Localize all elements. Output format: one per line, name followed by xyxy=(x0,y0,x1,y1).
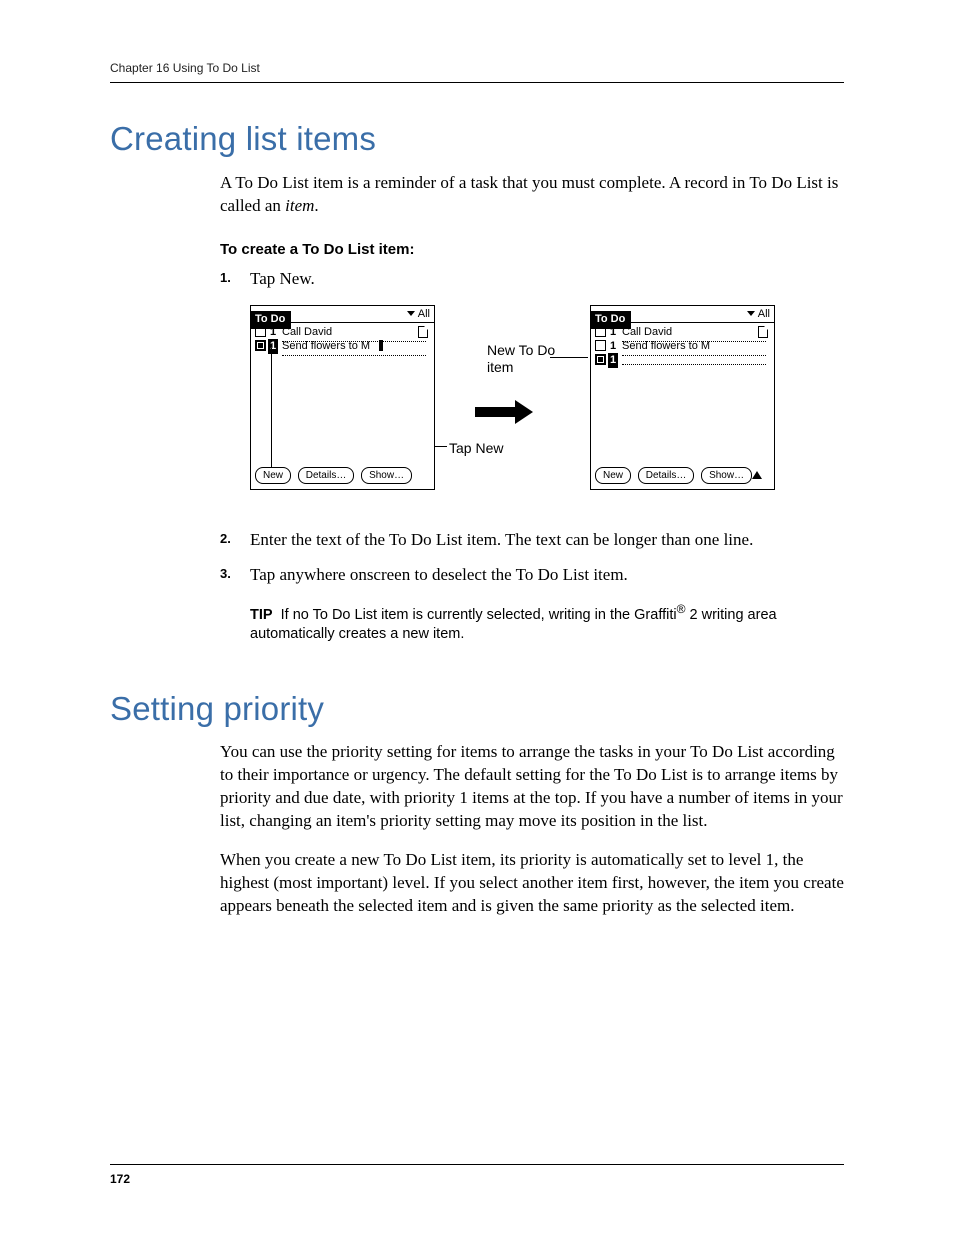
step-text: Tap anywhere onscreen to deselect the To… xyxy=(250,565,628,584)
step-text: Enter the text of the To Do List item. T… xyxy=(250,530,753,549)
todo-row[interactable]: 1 Call David xyxy=(595,325,770,339)
dropdown-label: All xyxy=(418,308,430,320)
step-2: 2. Enter the text of the To Do List item… xyxy=(220,529,844,552)
button-row: New Details… Show… xyxy=(595,462,770,485)
checkbox-icon[interactable] xyxy=(595,354,606,365)
arrow-icon xyxy=(475,400,533,424)
step-number: 2. xyxy=(220,530,231,548)
title-bar: To Do All xyxy=(251,306,434,322)
procedure-subhead: To create a To Do List item: xyxy=(220,240,844,260)
paragraph: You can use the priority setting for ite… xyxy=(220,741,844,833)
priority-number[interactable]: 1 xyxy=(610,339,616,354)
checkbox-icon[interactable] xyxy=(595,340,606,351)
category-dropdown[interactable]: All xyxy=(747,307,770,322)
note-icon[interactable] xyxy=(758,326,768,338)
step-text: Tap New. xyxy=(250,269,315,288)
callout-line xyxy=(435,446,447,447)
priority-number[interactable]: 1 xyxy=(268,339,278,354)
scroll-up-icon[interactable] xyxy=(752,471,762,479)
details-button[interactable]: Details… xyxy=(298,467,355,485)
priority-number[interactable]: 1 xyxy=(610,325,616,340)
callout-new-item: New To Do item xyxy=(487,342,577,376)
todo-row[interactable]: 1 Call David xyxy=(255,325,430,339)
step-number: 1. xyxy=(220,269,231,287)
new-button[interactable]: New xyxy=(255,467,291,485)
heading-setting-priority: Setting priority xyxy=(110,687,844,732)
screenshot-right: To Do All 1 Call David xyxy=(590,305,775,490)
todo-text-empty[interactable] xyxy=(622,364,766,365)
paragraph: When you create a new To Do List item, i… xyxy=(220,849,844,918)
step-1: 1. Tap New. To Do All xyxy=(220,268,844,505)
category-dropdown[interactable]: All xyxy=(407,307,430,322)
todo-row[interactable]: 1 Send flowers to M xyxy=(255,339,430,353)
dropdown-triangle-icon xyxy=(407,311,415,316)
show-button[interactable]: Show… xyxy=(361,467,412,485)
heading-creating-list-items: Creating list items xyxy=(110,117,844,162)
checkbox-icon[interactable] xyxy=(255,326,266,337)
page-footer: 172 xyxy=(110,1164,844,1187)
figure: To Do All 1 Call David xyxy=(250,305,844,505)
dropdown-triangle-icon xyxy=(747,311,755,316)
steps-list: 1. Tap New. To Do All xyxy=(220,268,844,587)
screenshot-left: To Do All 1 Call David xyxy=(250,305,435,490)
checkbox-icon[interactable] xyxy=(255,340,266,351)
tip-paragraph: TIP If no To Do List item is currently s… xyxy=(250,601,844,645)
callout-tap-new: Tap New xyxy=(449,440,503,457)
title-bar: To Do All xyxy=(591,306,774,322)
tip-text-a: If no To Do List item is currently selec… xyxy=(281,607,677,623)
page-number: 172 xyxy=(110,1172,130,1186)
todo-row[interactable]: 1 Send flowers to M xyxy=(595,339,770,353)
text-cursor xyxy=(379,340,383,351)
step-3: 3. Tap anywhere onscreen to deselect the… xyxy=(220,564,844,587)
intro-paragraph: A To Do List item is a reminder of a tas… xyxy=(220,172,844,218)
todo-list: 1 Call David 1 Send flowers to M xyxy=(591,323,774,367)
tip-label: TIP xyxy=(250,607,273,623)
todo-text[interactable]: Send flowers to M xyxy=(282,339,426,356)
show-button[interactable]: Show… xyxy=(701,467,752,485)
priority-number[interactable]: 1 xyxy=(270,325,276,340)
section-body: You can use the priority setting for ite… xyxy=(220,741,844,918)
details-button[interactable]: Details… xyxy=(638,467,695,485)
section-setting-priority: Setting priority You can use the priorit… xyxy=(110,687,844,918)
button-row: New Details… Show… xyxy=(255,462,430,485)
intro-text-b: . xyxy=(314,196,318,215)
dropdown-label: All xyxy=(758,308,770,320)
section-body: A To Do List item is a reminder of a tas… xyxy=(220,172,844,645)
step-number: 3. xyxy=(220,565,231,583)
intro-italic: item xyxy=(285,196,314,215)
note-icon[interactable] xyxy=(418,326,428,338)
checkbox-icon[interactable] xyxy=(595,326,606,337)
priority-number[interactable]: 1 xyxy=(608,353,618,368)
registered-mark: ® xyxy=(677,602,686,616)
todo-row-new[interactable]: 1 xyxy=(595,353,770,367)
callout-line xyxy=(271,348,272,471)
page: Chapter 16 Using To Do List Creating lis… xyxy=(0,0,954,1235)
todo-list: 1 Call David 1 Send flowers to M xyxy=(251,323,434,353)
running-head: Chapter 16 Using To Do List xyxy=(110,60,844,83)
new-button[interactable]: New xyxy=(595,467,631,485)
